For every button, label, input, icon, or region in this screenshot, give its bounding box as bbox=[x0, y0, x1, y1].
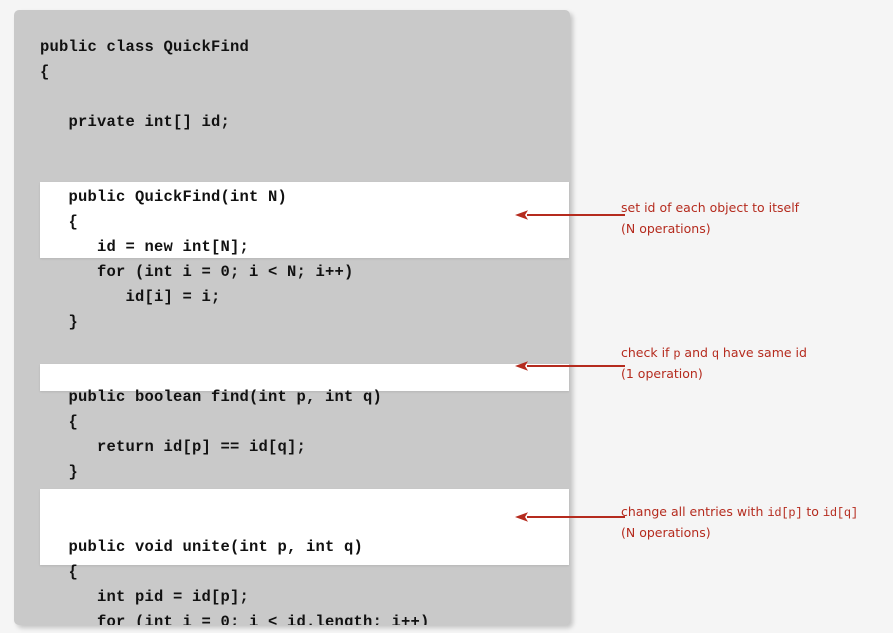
code-line: } bbox=[40, 313, 79, 331]
code-line: { bbox=[40, 563, 79, 581]
code-line: int pid = id[p]; bbox=[40, 588, 250, 606]
annotation-line-2: (1 operation) bbox=[621, 366, 703, 381]
annotation-line-2: (N operations) bbox=[621, 221, 711, 236]
annotation-line-2: (N operations) bbox=[621, 525, 711, 540]
annotation-line-1: check if p and q have same id bbox=[621, 345, 807, 361]
arrow-to-constructor-body bbox=[515, 209, 625, 221]
unite-annotation: change all entries with id[p] to id[q] (… bbox=[621, 502, 858, 542]
find-annotation: check if p and q have same id (1 operati… bbox=[621, 343, 807, 383]
code-line: { bbox=[40, 413, 79, 431]
code-line: public class QuickFind bbox=[40, 38, 250, 56]
code-line: for (int i = 0; i < N; i++) bbox=[40, 263, 354, 281]
code-line: { bbox=[40, 213, 79, 231]
code-line: } bbox=[40, 463, 79, 481]
constructor-annotation: set id of each object to itself (N opera… bbox=[621, 198, 799, 238]
code-line: for (int i = 0; i < id.length; i++) bbox=[40, 613, 430, 625]
code-line: id = new int[N]; bbox=[40, 238, 250, 256]
code-line: private int[] id; bbox=[40, 113, 231, 131]
annotation-line-1: change all entries with id[p] to id[q] bbox=[621, 504, 858, 520]
code-line: public boolean find(int p, int q) bbox=[40, 388, 383, 406]
code-panel: public class QuickFind { private int[] id… bbox=[14, 10, 570, 625]
code-line: public QuickFind(int N) bbox=[40, 188, 288, 206]
java-source-code: public class QuickFind { private int[] id… bbox=[14, 10, 570, 625]
code-line: { bbox=[40, 63, 50, 81]
code-line: return id[p] == id[q]; bbox=[40, 438, 307, 456]
code-line: public void unite(int p, int q) bbox=[40, 538, 364, 556]
arrow-to-unite-body bbox=[515, 511, 625, 523]
code-line: id[i] = i; bbox=[40, 288, 221, 306]
arrow-to-find-body bbox=[515, 360, 625, 372]
annotation-line-1: set id of each object to itself bbox=[621, 200, 800, 215]
